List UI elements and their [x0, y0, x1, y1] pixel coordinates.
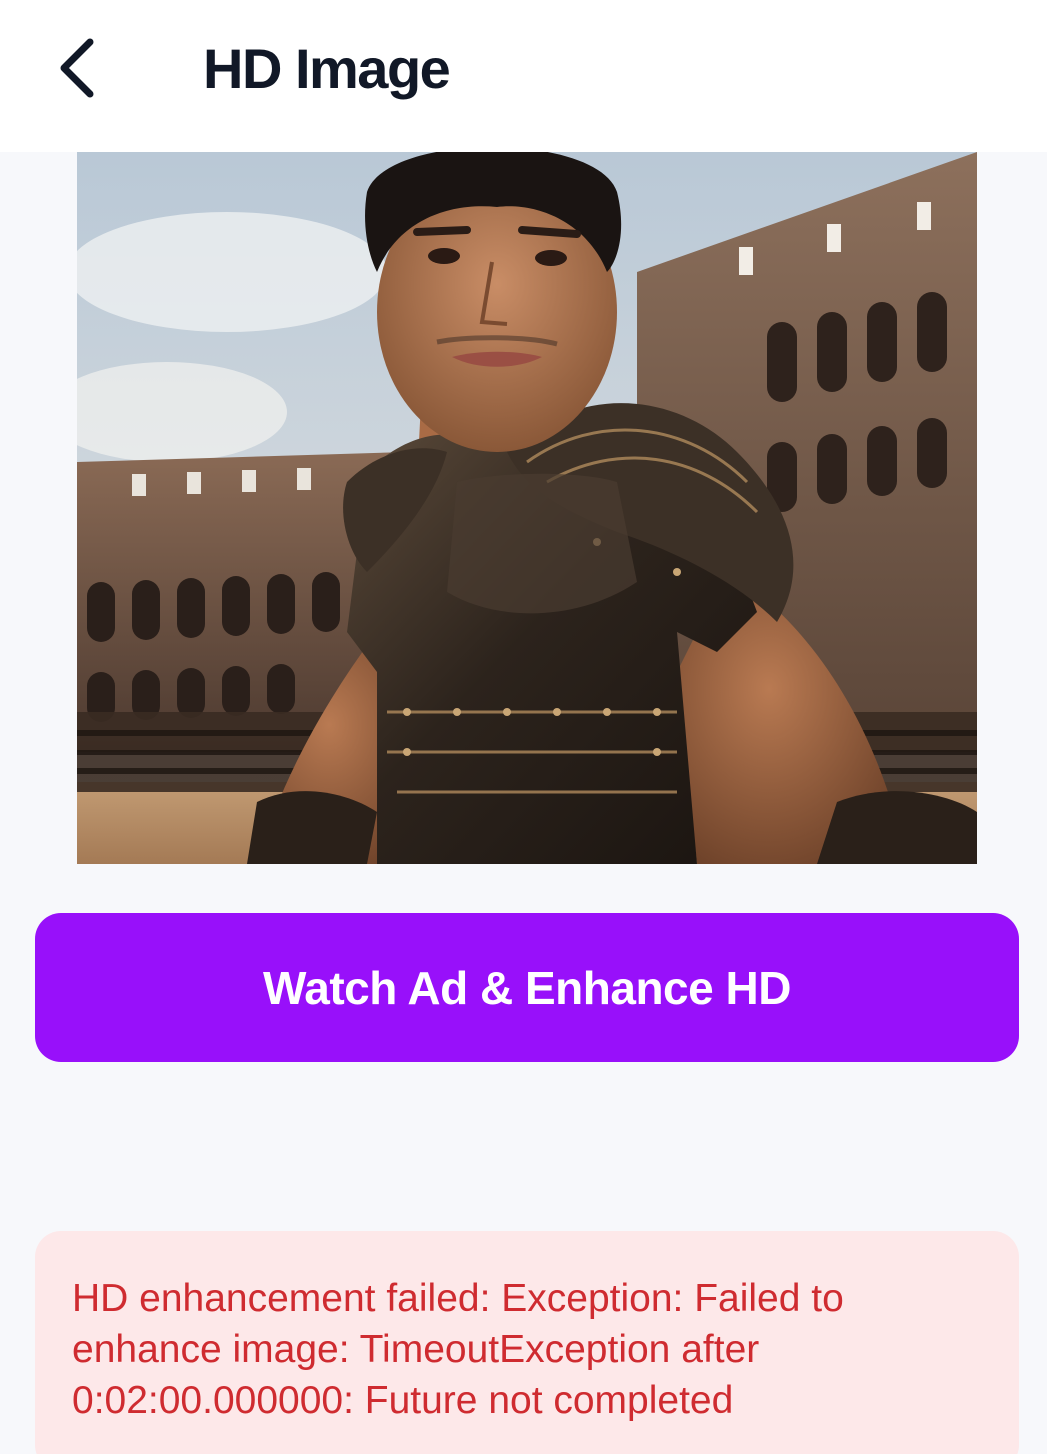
chevron-left-icon — [60, 38, 94, 98]
app-bar: HD Image — [0, 0, 1047, 152]
watch-ad-enhance-button[interactable]: Watch Ad & Enhance HD — [35, 913, 1019, 1062]
generated-image — [77, 152, 977, 864]
app-screen: HD Image Watch Ad & Enhance HD HD enhanc… — [0, 0, 1047, 1454]
warrior-portrait-image — [77, 152, 977, 864]
back-button[interactable] — [38, 26, 118, 110]
error-message-text: HD enhancement failed: Exception: Failed… — [72, 1277, 844, 1422]
page-title: HD Image — [203, 37, 451, 100]
error-message-box: HD enhancement failed: Exception: Failed… — [35, 1231, 1019, 1454]
